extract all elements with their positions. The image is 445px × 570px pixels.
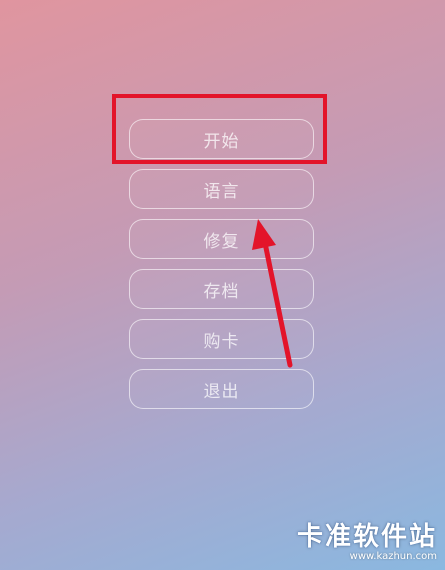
watermark-title: 卡准软件站 (296, 522, 437, 552)
pointer-arrow-icon (252, 219, 293, 368)
watermark: 卡准软件站 www.kazhun.com (297, 516, 437, 562)
